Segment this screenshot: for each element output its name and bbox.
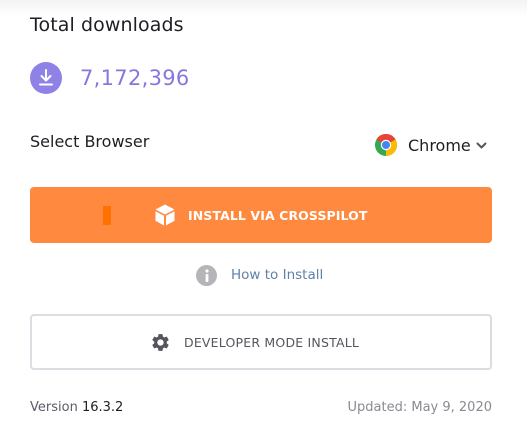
install-button-label: INSTALL VIA CROSSPILOT	[188, 207, 368, 223]
version-number: 16.3.2	[81, 400, 124, 415]
install-button-content: INSTALL VIA CROSSPILOT	[154, 187, 368, 243]
downloads-count-row: 7,172,396	[30, 62, 190, 94]
gear-icon	[152, 333, 169, 351]
chrome-icon	[375, 133, 398, 156]
download-icon	[30, 62, 62, 94]
version-label: Version	[30, 400, 78, 415]
downloads-count: 7,172,396	[80, 66, 190, 90]
how-to-install-link[interactable]: How to Install	[231, 267, 323, 283]
install-via-crosspilot-button[interactable]: INSTALL VIA CROSSPILOT	[30, 187, 492, 243]
total-downloads-title: Total downloads	[30, 14, 184, 36]
updated-date: Updated: May 9, 2020	[347, 400, 492, 415]
cube-icon	[155, 204, 175, 226]
selected-browser: Chrome	[408, 135, 471, 155]
info-icon	[196, 264, 217, 286]
developer-button-content: DEVELOPER MODE INSTALL	[150, 316, 359, 368]
chevron-down-icon	[476, 142, 487, 149]
browser-dropdown[interactable]: Chrome	[374, 132, 487, 158]
developer-button-label: DEVELOPER MODE INSTALL	[184, 334, 360, 350]
install-button-marker	[103, 206, 111, 225]
how-to-install-row: How to Install	[196, 264, 323, 286]
extension-download-panel: Total downloads 7,172,396 Select Browser…	[0, 0, 527, 426]
developer-mode-install-button[interactable]: DEVELOPER MODE INSTALL	[30, 314, 492, 370]
select-browser-label: Select Browser	[30, 132, 150, 151]
version-info: Version 16.3.2	[30, 400, 123, 415]
